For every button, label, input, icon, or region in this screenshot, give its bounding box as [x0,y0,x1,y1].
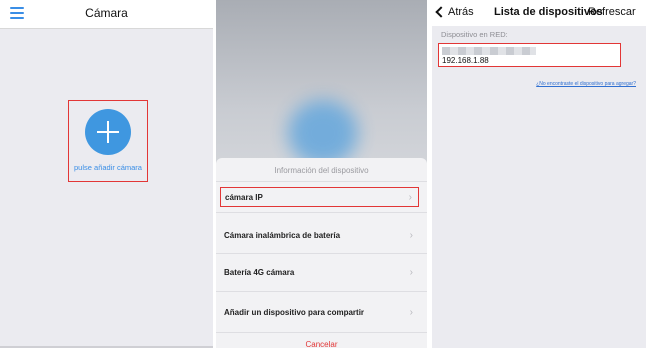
option-label: cámara IP [225,193,263,202]
blurred-add-icon [288,100,358,166]
cancel-button[interactable]: Cancelar [216,340,427,348]
option-battery-wireless-camera[interactable]: Cámara inalámbrica de batería › [220,226,419,246]
device-type-screen: Información del dispositivo cámara IP › … [216,0,427,348]
option-label: Añadir un dispositivo para compartir [224,308,365,317]
chevron-right-icon: › [408,192,412,203]
back-chevron-icon[interactable] [435,6,447,18]
refresh-button[interactable]: Refrescar [588,6,636,18]
back-label[interactable]: Atrás [448,6,474,18]
device-info-sheet: Información del dispositivo cámara IP › … [216,158,427,348]
sheet-title: Información del dispositivo [274,166,369,175]
option-label: Cámara inalámbrica de batería [224,231,341,240]
option-add-shared-device[interactable]: Añadir un dispositivo para compartir › [220,303,419,323]
chevron-right-icon: › [409,267,413,278]
divider [216,332,427,333]
divider [216,212,427,213]
divider [216,181,427,182]
add-camera-label[interactable]: pulse añadir cámara [57,163,159,172]
divider [216,253,427,254]
network-devices-label: Dispositivo en RED: [441,30,508,39]
option-label: Batería 4G cámara [224,268,295,277]
camera-screen: Cámara pulse añadir cámara [0,0,213,348]
page-title: Cámara [85,6,128,20]
chevron-right-icon: › [409,307,413,318]
camera-header: Cámara [0,0,213,29]
add-camera-button[interactable]: pulse añadir cámara [68,100,148,182]
add-icon[interactable] [85,109,131,155]
device-ip: 192.168.1.88 [442,56,489,65]
device-list-header: Atrás Lista de dispositivos Refrescar [432,0,646,26]
device-list-screen: Atrás Lista de dispositivos Refrescar Di… [432,0,646,348]
option-ip-camera[interactable]: cámara IP › [220,187,419,207]
option-4g-battery-camera[interactable]: Batería 4G cámara › [220,263,419,283]
pixelated-device-name [442,47,536,55]
device-not-found-link[interactable]: ¿No encontraste el dispositivo para agre… [536,81,636,87]
device-list-item[interactable]: 192.168.1.88 [438,43,621,67]
page-title: Lista de dispositivos [494,6,603,18]
divider [216,291,427,292]
chevron-right-icon: › [409,230,413,241]
